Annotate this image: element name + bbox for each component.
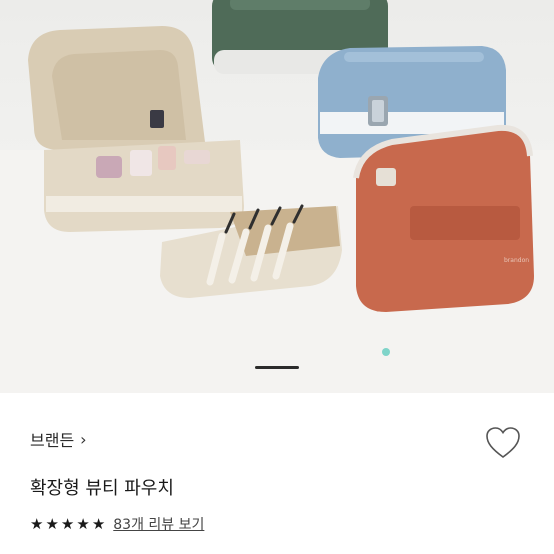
- bag-brand-tag: brandon: [504, 257, 529, 264]
- star-icon: ★: [76, 514, 90, 533]
- product-title: 확장형 뷰티 파우치: [30, 478, 174, 499]
- brand-link[interactable]: 브랜든 ›: [30, 427, 87, 451]
- beige-pouch: [28, 26, 244, 232]
- star-icon: ★: [60, 514, 75, 533]
- brand-label: 브랜든: [30, 431, 75, 450]
- product-photo: brandon: [0, 0, 554, 393]
- star-icon: ★: [30, 514, 44, 533]
- carousel-active-dot[interactable]: [255, 366, 299, 369]
- heart-outline-icon[interactable]: [484, 425, 522, 461]
- product-image[interactable]: brandon: [0, 0, 554, 393]
- chevron-right-icon: ›: [80, 429, 87, 449]
- star-icon: ★: [45, 514, 59, 533]
- review-link[interactable]: 83개 리뷰 보기: [113, 514, 204, 534]
- star-icon: ★: [91, 514, 106, 533]
- carousel-indicator[interactable]: [0, 366, 554, 370]
- rating-row[interactable]: ★ ★ ★ ★ ★ 83개 리뷰 보기: [30, 514, 204, 534]
